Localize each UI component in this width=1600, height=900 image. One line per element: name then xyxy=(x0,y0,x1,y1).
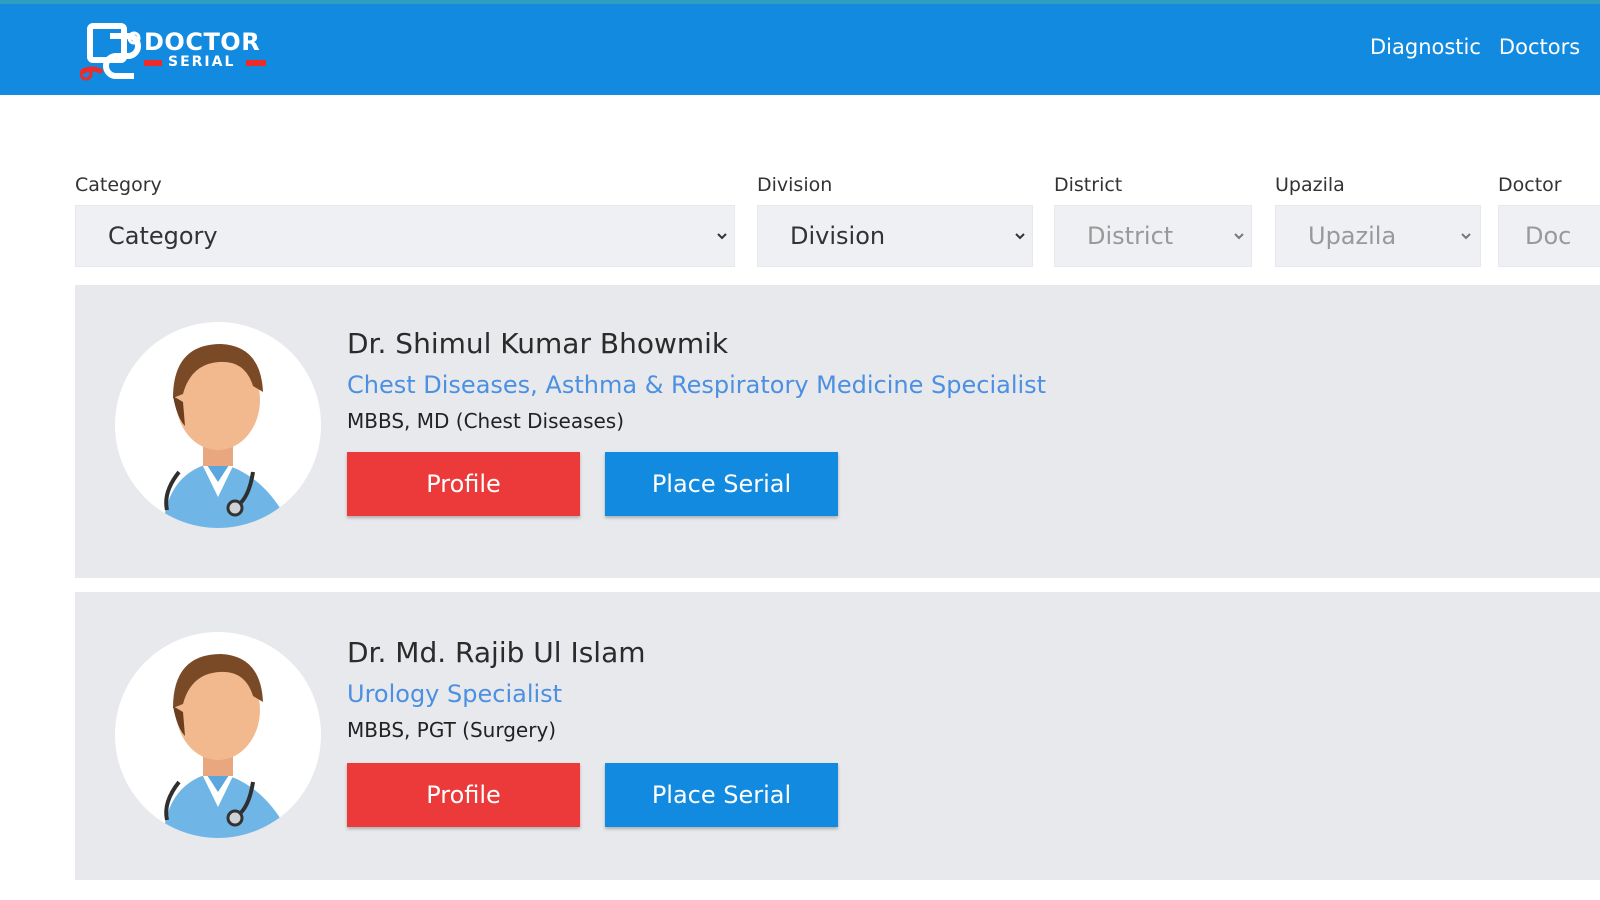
category-select-value: Category xyxy=(108,222,218,250)
division-select-value: Division xyxy=(790,222,886,250)
doctor-name[interactable]: Dr. Md. Rajib Ul Islam xyxy=(347,636,646,669)
logo-red-bar-right xyxy=(246,60,266,66)
doctor-card: Dr. Md. Rajib Ul Islam Urology Specialis… xyxy=(75,592,1600,880)
doctor-degrees: MBBS, PGT (Surgery) xyxy=(347,718,557,742)
doctor-specialty: Urology Specialist xyxy=(347,680,563,708)
upazila-field: Upazila Upazila xyxy=(1275,174,1481,267)
district-label: District xyxy=(1054,174,1123,196)
division-field: Division Division xyxy=(757,174,1033,267)
main-nav: Diagnostic Doctors xyxy=(1370,35,1580,59)
district-select-value: District xyxy=(1087,222,1174,250)
doctor-avatar xyxy=(115,632,321,838)
doctor-specialty: Chest Diseases, Asthma & Respiratory Med… xyxy=(347,371,1047,399)
logo-mark-icon xyxy=(80,23,141,81)
district-select[interactable]: District xyxy=(1054,205,1252,267)
doctor-avatar-icon xyxy=(163,344,291,528)
district-field: District District xyxy=(1054,174,1252,267)
profile-button[interactable]: Profile xyxy=(347,452,580,516)
division-label: Division xyxy=(757,174,833,196)
doctor-card: Dr. Shimul Kumar Bhowmik Chest Diseases,… xyxy=(75,285,1600,578)
chevron-down-icon xyxy=(1234,233,1244,240)
category-field: Category Category xyxy=(75,174,735,267)
logo-name-line-2: SERIAL xyxy=(168,54,236,70)
upazila-select[interactable]: Upazila xyxy=(1275,205,1481,267)
profile-button[interactable]: Profile xyxy=(347,763,580,827)
chevron-down-icon xyxy=(717,233,727,240)
place-serial-button[interactable]: Place Serial xyxy=(605,763,838,827)
category-label: Category xyxy=(75,174,162,196)
upazila-label: Upazila xyxy=(1275,174,1345,196)
doctor-field: Doctor Doc xyxy=(1498,174,1600,268)
chevron-down-icon xyxy=(1461,233,1471,240)
doctor-avatar xyxy=(115,322,321,528)
doctor-name[interactable]: Dr. Shimul Kumar Bhowmik xyxy=(347,327,728,360)
site-header: DOCTOR SERIAL Diagnostic Doctors xyxy=(0,4,1600,95)
doctor-degrees: MBBS, MD (Chest Diseases) xyxy=(347,409,625,433)
doctor-select-value: Doc xyxy=(1525,222,1572,250)
division-select[interactable]: Division xyxy=(757,205,1033,267)
doctor-avatar-icon xyxy=(163,654,291,838)
logo-name-line-1: DOCTOR xyxy=(144,28,261,56)
category-select[interactable]: Category xyxy=(75,205,735,267)
doctor-label: Doctor xyxy=(1498,174,1562,196)
nav-link-doctors[interactable]: Doctors xyxy=(1499,35,1580,59)
doctor-serial-logo[interactable]: DOCTOR SERIAL xyxy=(80,22,270,82)
upazila-select-value: Upazila xyxy=(1308,222,1397,250)
doctor-select[interactable]: Doc xyxy=(1498,205,1600,267)
place-serial-button[interactable]: Place Serial xyxy=(605,452,838,516)
nav-link-diagnostic[interactable]: Diagnostic xyxy=(1370,35,1481,59)
chevron-down-icon xyxy=(1015,233,1025,240)
